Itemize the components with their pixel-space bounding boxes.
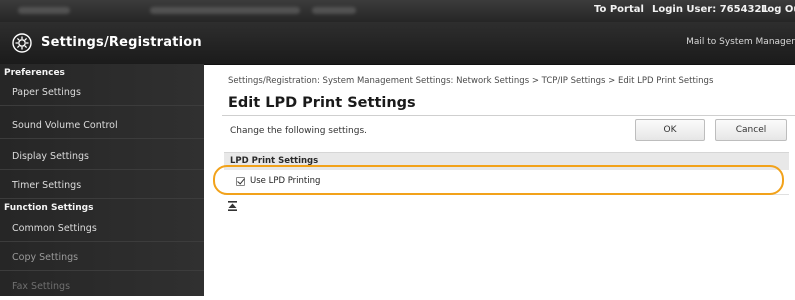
sidebar-item-display-settings[interactable]: Display Settings [0, 144, 204, 170]
mail-to-system-manager-link[interactable]: Mail to System Manager [686, 37, 795, 47]
blurred-device-info [312, 7, 356, 14]
highlight-callout [213, 165, 784, 195]
settings-gear-icon [12, 33, 32, 53]
sidebar-item-label: Fax Settings [12, 281, 71, 292]
breadcrumb: Settings/Registration: System Management… [228, 76, 714, 86]
top-anchor-icon[interactable] [228, 201, 237, 211]
page-header: Settings/Registration Mail to System Man… [0, 22, 795, 65]
page-title: Edit LPD Print Settings [228, 95, 416, 111]
sidebar-item-label: Timer Settings [12, 180, 82, 191]
to-portal-link[interactable]: To Portal [594, 4, 644, 15]
app-title: Settings/Registration [41, 35, 202, 50]
sidebar-item-label: Sound Volume Control [12, 120, 118, 131]
top-bar: To Portal Login User: 7654321 Log Out [0, 0, 795, 22]
ok-button[interactable]: OK [635, 119, 705, 141]
blurred-device-info [18, 7, 70, 14]
login-user-label: Login User: 7654321 [652, 4, 769, 15]
sidebar-item-copy-settings[interactable]: Copy Settings [0, 245, 204, 271]
sidebar-item-timer-settings[interactable]: Timer Settings [0, 173, 204, 199]
sidebar-item-label: Display Settings [12, 151, 90, 162]
sidebar-item-fax-settings[interactable]: Fax Settings [0, 274, 204, 300]
instruction-text: Change the following settings. [230, 126, 368, 136]
blurred-device-info [150, 7, 300, 14]
sidebar: Preferences Paper Settings Sound Volume … [0, 64, 204, 296]
sidebar-item-label: Paper Settings [12, 87, 81, 98]
logout-link[interactable]: Log Out [761, 4, 795, 15]
sidebar-item-common-settings[interactable]: Common Settings [0, 216, 204, 242]
sidebar-item-label: Common Settings [12, 223, 97, 234]
title-divider [222, 115, 795, 116]
sidebar-section-function-settings: Function Settings [4, 203, 94, 213]
cancel-button[interactable]: Cancel [715, 119, 787, 141]
sidebar-item-sound-volume-control[interactable]: Sound Volume Control [0, 113, 204, 139]
sidebar-item-paper-settings[interactable]: Paper Settings [0, 80, 204, 106]
sidebar-item-label: Copy Settings [12, 252, 79, 263]
sidebar-section-preferences: Preferences [4, 68, 65, 78]
